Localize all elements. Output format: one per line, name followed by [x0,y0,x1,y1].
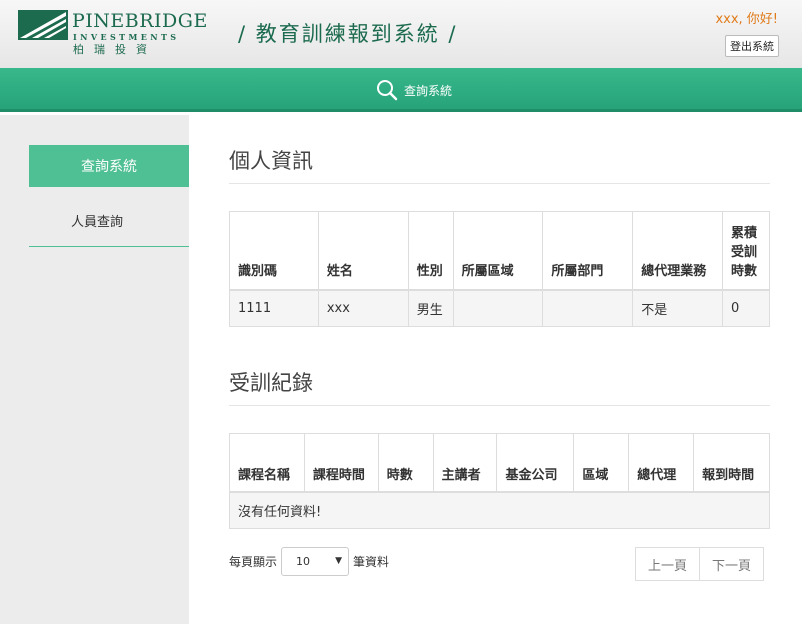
column-header: 時數 [377,433,434,493]
column-header: 總代理業務 [632,211,724,291]
logo-chinese-name: 柏瑞投資 [73,43,157,56]
column-header: 課程時間 [303,433,379,493]
table-cell [542,289,634,327]
next-page-button[interactable]: 下一頁 [700,547,765,581]
training-records-title: 受訓紀錄 [229,367,770,406]
system-title: / 教育訓練報到系統 / [238,22,458,46]
app-header: PINEBRIDGE INVESTMENTS 柏瑞投資 / 教育訓練報到系統 /… [0,0,802,68]
table-row: 1111 xxx 男生 不是 0 [229,289,770,327]
personal-info-title: 個人資訊 [229,145,770,184]
sidebar: 查詢系統 人員查詢 [0,115,189,624]
pinebridge-logo[interactable]: PINEBRIDGE INVESTMENTS 柏瑞投資 [18,10,207,56]
pinebridge-mark-icon [18,10,68,40]
sidebar-item-query-system[interactable]: 查詢系統 [29,145,189,187]
search-icon [377,80,398,101]
column-header: 主講者 [432,433,498,493]
personal-info-table: 識別碼 姓名 性別 所屬區域 所屬部門 總代理業務 累積受訓時數 1111 xx… [229,211,770,327]
page-size-prefix: 每頁顯示 [229,554,278,569]
page-size-select[interactable]: 10 ▼ [281,546,350,576]
user-greeting: xxx, 你好! [715,12,778,27]
table-row: 沒有任何資料! [229,491,770,529]
column-header: 區域 [573,433,630,493]
logout-button[interactable]: 登出系統 [725,35,779,57]
table-cell: 男生 [407,289,454,327]
pagination: 上一頁 下一頁 [635,547,765,581]
top-nav-bar: 查詢系統 [0,68,802,112]
column-header: 識別碼 [229,211,319,291]
column-header: 課程名稱 [229,433,305,493]
column-header: 基金公司 [496,433,575,493]
column-header: 累積受訓時數 [722,211,770,291]
column-header: 姓名 [317,211,409,291]
nav-query-label: 查詢系統 [404,83,453,98]
page-size-suffix: 筆資料 [353,554,390,569]
caret-down-icon: ▼ [335,556,343,566]
table-cell: xxx [317,289,409,327]
table-cell: 1111 [229,289,319,327]
empty-message: 沒有任何資料! [229,491,770,529]
page-size-control: 每頁顯示 10 ▼ 筆資料 [229,546,389,576]
prev-page-button[interactable]: 上一頁 [635,547,701,581]
nav-query-system[interactable]: 查詢系統 [376,78,452,102]
sidebar-item-person-query[interactable]: 人員查詢 [29,211,189,247]
column-header: 報到時間 [693,433,770,493]
table-cell: 0 [722,289,770,327]
logo-name: PINEBRIDGE [72,10,208,32]
column-header: 所屬部門 [542,211,634,291]
page-size-value: 10 [296,554,311,568]
column-header: 所屬區域 [452,211,544,291]
table-cell [452,289,544,327]
column-header: 總代理 [628,433,695,493]
table-cell: 不是 [632,289,724,327]
column-header: 性別 [407,211,454,291]
training-records-table: 課程名稱 課程時間 時數 主講者 基金公司 區域 總代理 報到時間 沒有任何資料… [229,433,770,529]
